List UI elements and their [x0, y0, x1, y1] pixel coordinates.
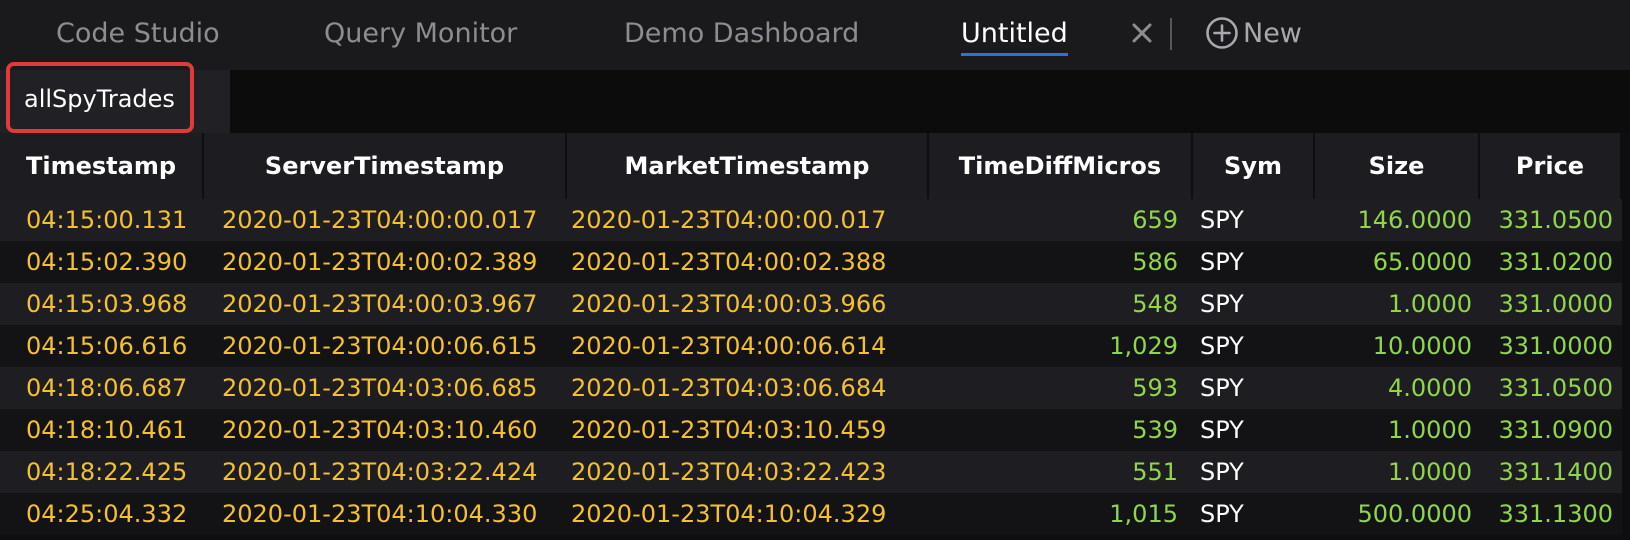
cell-markettimestamp[interactable]: 2020-01-23T04:03:10.459 [571, 409, 911, 451]
cell-timestamp[interactable]: 04:15:06.616 [26, 325, 206, 367]
cell-size[interactable]: 500.0000 [1320, 493, 1472, 535]
tab-label: Code Studio [56, 18, 220, 49]
column-header-timestamp[interactable]: Timestamp [0, 133, 204, 199]
tab-untitled[interactable]: Untitled [961, 14, 1068, 56]
cell-markettimestamp[interactable]: 2020-01-23T04:00:00.017 [571, 199, 911, 241]
cell-servertimestamp[interactable]: 2020-01-23T04:00:06.615 [222, 325, 562, 367]
cell-size[interactable]: 65.0000 [1320, 241, 1472, 283]
cell-timestamp[interactable]: 04:15:00.131 [26, 199, 206, 241]
cell-sym[interactable]: SPY [1200, 451, 1300, 493]
column-header-markettimestamp[interactable]: MarketTimestamp [567, 133, 929, 199]
table-row[interactable]: 04:25:04.332 2020-01-23T04:10:04.330 2020-… [0, 493, 1630, 535]
cell-size[interactable]: 1.0000 [1320, 409, 1472, 451]
cell-timediffmicros[interactable]: 548 [960, 283, 1178, 325]
cell-timediffmicros[interactable]: 593 [960, 367, 1178, 409]
panel-tab-allspytrades[interactable]: allSpyTrades [0, 70, 230, 133]
cell-size[interactable]: 146.0000 [1320, 199, 1472, 241]
cell-sym[interactable]: SPY [1200, 241, 1300, 283]
cell-servertimestamp[interactable]: 2020-01-23T04:10:04.330 [222, 493, 562, 535]
cell-sym[interactable]: SPY [1200, 283, 1300, 325]
cell-timestamp[interactable]: 04:18:22.425 [26, 451, 206, 493]
cell-timestamp[interactable]: 04:18:06.687 [26, 367, 206, 409]
table-row[interactable]: 04:15:03.968 2020-01-23T04:00:03.967 2020-… [0, 283, 1630, 325]
cell-sym[interactable]: SPY [1200, 409, 1300, 451]
column-header-sym[interactable]: Sym [1193, 133, 1315, 199]
cell-price[interactable]: 331.0000 [1480, 283, 1613, 325]
cell-timestamp[interactable]: 04:25:04.332 [26, 493, 206, 535]
cell-price[interactable]: 331.1400 [1480, 451, 1613, 493]
cell-timestamp[interactable]: 04:15:02.390 [26, 241, 206, 283]
tab-code-studio[interactable]: Code Studio [56, 14, 220, 54]
cell-timediffmicros[interactable]: 1,029 [960, 325, 1178, 367]
cell-timediffmicros[interactable]: 551 [960, 451, 1178, 493]
cell-servertimestamp[interactable]: 2020-01-23T04:00:03.967 [222, 283, 562, 325]
cell-markettimestamp[interactable]: 2020-01-23T04:00:03.966 [571, 283, 911, 325]
cell-servertimestamp[interactable]: 2020-01-23T04:03:22.424 [222, 451, 562, 493]
cell-servertimestamp[interactable]: 2020-01-23T04:00:00.017 [222, 199, 562, 241]
tab-demo-dashboard[interactable]: Demo Dashboard [624, 14, 859, 54]
tab-label: Query Monitor [324, 18, 518, 49]
top-tab-bar: Code Studio Query Monitor Demo Dashboard… [0, 0, 1630, 70]
plus-circle-icon [1206, 16, 1238, 49]
table-row[interactable]: 04:15:02.390 2020-01-23T04:00:02.389 2020-… [0, 241, 1630, 283]
cell-timediffmicros[interactable]: 1,015 [960, 493, 1178, 535]
table-row[interactable]: 04:18:06.687 2020-01-23T04:03:06.685 2020-… [0, 367, 1630, 409]
tab-label: Untitled [961, 14, 1068, 56]
cell-markettimestamp[interactable]: 2020-01-23T04:10:04.329 [571, 493, 911, 535]
table-row[interactable]: 04:18:10.461 2020-01-23T04:03:10.460 2020-… [0, 409, 1630, 451]
table-header-row: Timestamp ServerTimestamp MarketTimestam… [0, 133, 1630, 199]
column-header-timediffmicros[interactable]: TimeDiffMicros [929, 133, 1193, 199]
tab-divider [1170, 18, 1172, 50]
table-row[interactable]: 04:15:06.616 2020-01-23T04:00:06.615 2020-… [0, 325, 1630, 367]
close-icon[interactable] [1128, 19, 1156, 47]
cell-timediffmicros[interactable]: 659 [960, 199, 1178, 241]
cell-timediffmicros[interactable]: 539 [960, 409, 1178, 451]
cell-servertimestamp[interactable]: 2020-01-23T04:00:02.389 [222, 241, 562, 283]
cell-price[interactable]: 331.0000 [1480, 325, 1613, 367]
new-tab-label: New [1243, 18, 1302, 49]
cell-sym[interactable]: SPY [1200, 367, 1300, 409]
vertical-scrollbar[interactable] [1622, 133, 1630, 540]
cell-markettimestamp[interactable]: 2020-01-23T04:00:02.388 [571, 241, 911, 283]
table-row[interactable]: 04:15:00.131 2020-01-23T04:00:00.017 2020-… [0, 199, 1630, 241]
cell-size[interactable]: 1.0000 [1320, 451, 1472, 493]
cell-sym[interactable]: SPY [1200, 325, 1300, 367]
column-header-size[interactable]: Size [1315, 133, 1480, 199]
cell-markettimestamp[interactable]: 2020-01-23T04:00:06.614 [571, 325, 911, 367]
cell-servertimestamp[interactable]: 2020-01-23T04:03:06.685 [222, 367, 562, 409]
cell-price[interactable]: 331.0900 [1480, 409, 1613, 451]
cell-price[interactable]: 331.0500 [1480, 367, 1613, 409]
cell-timestamp[interactable]: 04:15:03.968 [26, 283, 206, 325]
cell-size[interactable]: 1.0000 [1320, 283, 1472, 325]
new-tab-button[interactable]: New [1205, 14, 1302, 54]
cell-sym[interactable]: SPY [1200, 199, 1300, 241]
tab-query-monitor[interactable]: Query Monitor [324, 14, 517, 54]
column-header-servertimestamp[interactable]: ServerTimestamp [204, 133, 567, 199]
cell-price[interactable]: 331.1300 [1480, 493, 1613, 535]
cell-price[interactable]: 331.0200 [1480, 241, 1613, 283]
cell-timestamp[interactable]: 04:18:10.461 [26, 409, 206, 451]
table-row[interactable]: 04:18:22.425 2020-01-23T04:03:22.424 2020-… [0, 451, 1630, 493]
cell-sym[interactable]: SPY [1200, 493, 1300, 535]
cell-servertimestamp[interactable]: 2020-01-23T04:03:10.460 [222, 409, 562, 451]
panel-tab-label: allSpyTrades [24, 85, 175, 113]
cell-size[interactable]: 10.0000 [1320, 325, 1472, 367]
cell-size[interactable]: 4.0000 [1320, 367, 1472, 409]
column-header-price[interactable]: Price [1480, 133, 1622, 199]
cell-price[interactable]: 331.0500 [1480, 199, 1613, 241]
app-window: Code Studio Query Monitor Demo Dashboard… [0, 0, 1630, 540]
cell-markettimestamp[interactable]: 2020-01-23T04:03:06.684 [571, 367, 911, 409]
panel-tab-strip: allSpyTrades [0, 70, 1630, 133]
cell-timediffmicros[interactable]: 586 [960, 241, 1178, 283]
cell-markettimestamp[interactable]: 2020-01-23T04:03:22.423 [571, 451, 911, 493]
tab-label: Demo Dashboard [624, 18, 860, 49]
